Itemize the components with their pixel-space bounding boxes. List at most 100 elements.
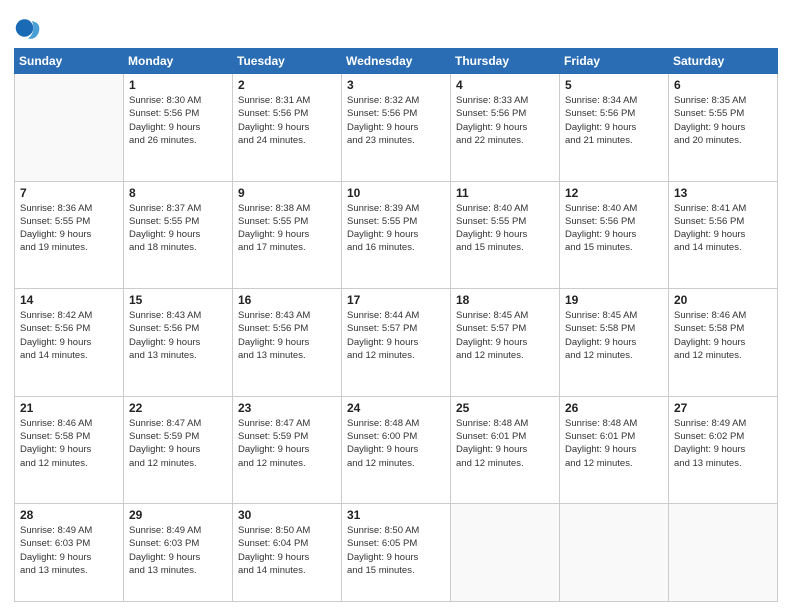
- day-info: Sunrise: 8:47 AMSunset: 5:59 PMDaylight:…: [238, 417, 336, 470]
- day-info: Sunrise: 8:44 AMSunset: 5:57 PMDaylight:…: [347, 309, 445, 362]
- calendar-cell: 17 Sunrise: 8:44 AMSunset: 5:57 PMDayligh…: [342, 289, 451, 397]
- calendar-cell: 19 Sunrise: 8:45 AMSunset: 5:58 PMDayligh…: [560, 289, 669, 397]
- day-number: 20: [674, 293, 772, 307]
- logo: [14, 14, 46, 42]
- day-number: 3: [347, 78, 445, 92]
- header: [14, 10, 778, 42]
- day-info: Sunrise: 8:39 AMSunset: 5:55 PMDaylight:…: [347, 202, 445, 255]
- day-number: 29: [129, 508, 227, 522]
- day-info: Sunrise: 8:33 AMSunset: 5:56 PMDaylight:…: [456, 94, 554, 147]
- calendar-cell: [451, 504, 560, 602]
- day-info: Sunrise: 8:49 AMSunset: 6:02 PMDaylight:…: [674, 417, 772, 470]
- calendar-cell: [15, 74, 124, 182]
- day-number: 10: [347, 186, 445, 200]
- calendar-cell: 30 Sunrise: 8:50 AMSunset: 6:04 PMDayligh…: [233, 504, 342, 602]
- calendar-cell: 5Sunrise: 8:34 AMSunset: 5:56 PMDaylight…: [560, 74, 669, 182]
- calendar-cell: 8 Sunrise: 8:37 AMSunset: 5:55 PMDaylight…: [124, 181, 233, 289]
- day-info: Sunrise: 8:48 AMSunset: 6:01 PMDaylight:…: [565, 417, 663, 470]
- day-number: 16: [238, 293, 336, 307]
- calendar-header-friday: Friday: [560, 49, 669, 74]
- page: SundayMondayTuesdayWednesdayThursdayFrid…: [0, 0, 792, 612]
- day-number: 21: [20, 401, 118, 415]
- day-info: Sunrise: 8:31 AMSunset: 5:56 PMDaylight:…: [238, 94, 336, 147]
- day-number: 27: [674, 401, 772, 415]
- calendar-week-5: 28Sunrise: 8:49 AMSunset: 6:03 PMDayligh…: [15, 504, 778, 602]
- calendar-week-3: 14 Sunrise: 8:42 AMSunset: 5:56 PMDayligh…: [15, 289, 778, 397]
- day-number: 31: [347, 508, 445, 522]
- day-number: 25: [456, 401, 554, 415]
- day-info: Sunrise: 8:49 AMSunset: 6:03 PMDaylight:…: [129, 524, 227, 577]
- calendar-header-wednesday: Wednesday: [342, 49, 451, 74]
- day-number: 22: [129, 401, 227, 415]
- calendar-cell: 13 Sunrise: 8:41 AMSunset: 5:56 PMDayligh…: [669, 181, 778, 289]
- day-info: Sunrise: 8:41 AMSunset: 5:56 PMDaylight:…: [674, 202, 772, 255]
- day-number: 13: [674, 186, 772, 200]
- calendar-cell: 27 Sunrise: 8:49 AMSunset: 6:02 PMDayligh…: [669, 396, 778, 504]
- calendar-table: SundayMondayTuesdayWednesdayThursdayFrid…: [14, 48, 778, 602]
- day-number: 12: [565, 186, 663, 200]
- day-number: 4: [456, 78, 554, 92]
- day-number: 2: [238, 78, 336, 92]
- day-info: Sunrise: 8:42 AMSunset: 5:56 PMDaylight:…: [20, 309, 118, 362]
- calendar-cell: 22Sunrise: 8:47 AMSunset: 5:59 PMDayligh…: [124, 396, 233, 504]
- day-number: 8: [129, 186, 227, 200]
- day-info: Sunrise: 8:30 AMSunset: 5:56 PMDaylight:…: [129, 94, 227, 147]
- calendar-cell: 1 Sunrise: 8:30 AMSunset: 5:56 PMDaylight…: [124, 74, 233, 182]
- calendar-cell: [560, 504, 669, 602]
- day-info: Sunrise: 8:48 AMSunset: 6:00 PMDaylight:…: [347, 417, 445, 470]
- day-info: Sunrise: 8:32 AMSunset: 5:56 PMDaylight:…: [347, 94, 445, 147]
- day-info: Sunrise: 8:46 AMSunset: 5:58 PMDaylight:…: [20, 417, 118, 470]
- calendar-cell: 28Sunrise: 8:49 AMSunset: 6:03 PMDayligh…: [15, 504, 124, 602]
- day-info: Sunrise: 8:38 AMSunset: 5:55 PMDaylight:…: [238, 202, 336, 255]
- calendar-header-tuesday: Tuesday: [233, 49, 342, 74]
- calendar-cell: 31Sunrise: 8:50 AMSunset: 6:05 PMDayligh…: [342, 504, 451, 602]
- calendar-cell: 3 Sunrise: 8:32 AMSunset: 5:56 PMDaylight…: [342, 74, 451, 182]
- calendar-header-thursday: Thursday: [451, 49, 560, 74]
- day-info: Sunrise: 8:50 AMSunset: 6:04 PMDaylight:…: [238, 524, 336, 577]
- calendar-week-2: 7 Sunrise: 8:36 AMSunset: 5:55 PMDaylight…: [15, 181, 778, 289]
- day-number: 23: [238, 401, 336, 415]
- calendar-cell: 21 Sunrise: 8:46 AMSunset: 5:58 PMDayligh…: [15, 396, 124, 504]
- calendar-cell: 23 Sunrise: 8:47 AMSunset: 5:59 PMDayligh…: [233, 396, 342, 504]
- calendar-cell: 14 Sunrise: 8:42 AMSunset: 5:56 PMDayligh…: [15, 289, 124, 397]
- day-info: Sunrise: 8:43 AMSunset: 5:56 PMDaylight:…: [238, 309, 336, 362]
- calendar-cell: 9 Sunrise: 8:38 AMSunset: 5:55 PMDaylight…: [233, 181, 342, 289]
- calendar-cell: 11 Sunrise: 8:40 AMSunset: 5:55 PMDayligh…: [451, 181, 560, 289]
- day-info: Sunrise: 8:40 AMSunset: 5:56 PMDaylight:…: [565, 202, 663, 255]
- day-info: Sunrise: 8:49 AMSunset: 6:03 PMDaylight:…: [20, 524, 118, 577]
- calendar-cell: 20 Sunrise: 8:46 AMSunset: 5:58 PMDayligh…: [669, 289, 778, 397]
- day-number: 24: [347, 401, 445, 415]
- day-info: Sunrise: 8:45 AMSunset: 5:57 PMDaylight:…: [456, 309, 554, 362]
- logo-icon: [14, 14, 42, 42]
- day-info: Sunrise: 8:37 AMSunset: 5:55 PMDaylight:…: [129, 202, 227, 255]
- day-number: 9: [238, 186, 336, 200]
- day-info: Sunrise: 8:40 AMSunset: 5:55 PMDaylight:…: [456, 202, 554, 255]
- day-number: 26: [565, 401, 663, 415]
- calendar-cell: 29 Sunrise: 8:49 AMSunset: 6:03 PMDayligh…: [124, 504, 233, 602]
- calendar-cell: 10 Sunrise: 8:39 AMSunset: 5:55 PMDayligh…: [342, 181, 451, 289]
- day-number: 11: [456, 186, 554, 200]
- calendar-week-4: 21 Sunrise: 8:46 AMSunset: 5:58 PMDayligh…: [15, 396, 778, 504]
- day-number: 18: [456, 293, 554, 307]
- calendar-header-saturday: Saturday: [669, 49, 778, 74]
- day-info: Sunrise: 8:35 AMSunset: 5:55 PMDaylight:…: [674, 94, 772, 147]
- day-number: 19: [565, 293, 663, 307]
- calendar-cell: 2 Sunrise: 8:31 AMSunset: 5:56 PMDaylight…: [233, 74, 342, 182]
- calendar-cell: 16 Sunrise: 8:43 AMSunset: 5:56 PMDayligh…: [233, 289, 342, 397]
- day-number: 30: [238, 508, 336, 522]
- day-number: 1: [129, 78, 227, 92]
- day-info: Sunrise: 8:45 AMSunset: 5:58 PMDaylight:…: [565, 309, 663, 362]
- day-number: 15: [129, 293, 227, 307]
- calendar-cell: 6 Sunrise: 8:35 AMSunset: 5:55 PMDaylight…: [669, 74, 778, 182]
- calendar-cell: 26 Sunrise: 8:48 AMSunset: 6:01 PMDayligh…: [560, 396, 669, 504]
- day-number: 7: [20, 186, 118, 200]
- calendar-week-1: 1 Sunrise: 8:30 AMSunset: 5:56 PMDaylight…: [15, 74, 778, 182]
- day-number: 17: [347, 293, 445, 307]
- calendar-cell: 7 Sunrise: 8:36 AMSunset: 5:55 PMDaylight…: [15, 181, 124, 289]
- day-info: Sunrise: 8:48 AMSunset: 6:01 PMDaylight:…: [456, 417, 554, 470]
- day-number: 6: [674, 78, 772, 92]
- day-info: Sunrise: 8:36 AMSunset: 5:55 PMDaylight:…: [20, 202, 118, 255]
- day-number: 14: [20, 293, 118, 307]
- calendar-cell: 15Sunrise: 8:43 AMSunset: 5:56 PMDayligh…: [124, 289, 233, 397]
- day-info: Sunrise: 8:46 AMSunset: 5:58 PMDaylight:…: [674, 309, 772, 362]
